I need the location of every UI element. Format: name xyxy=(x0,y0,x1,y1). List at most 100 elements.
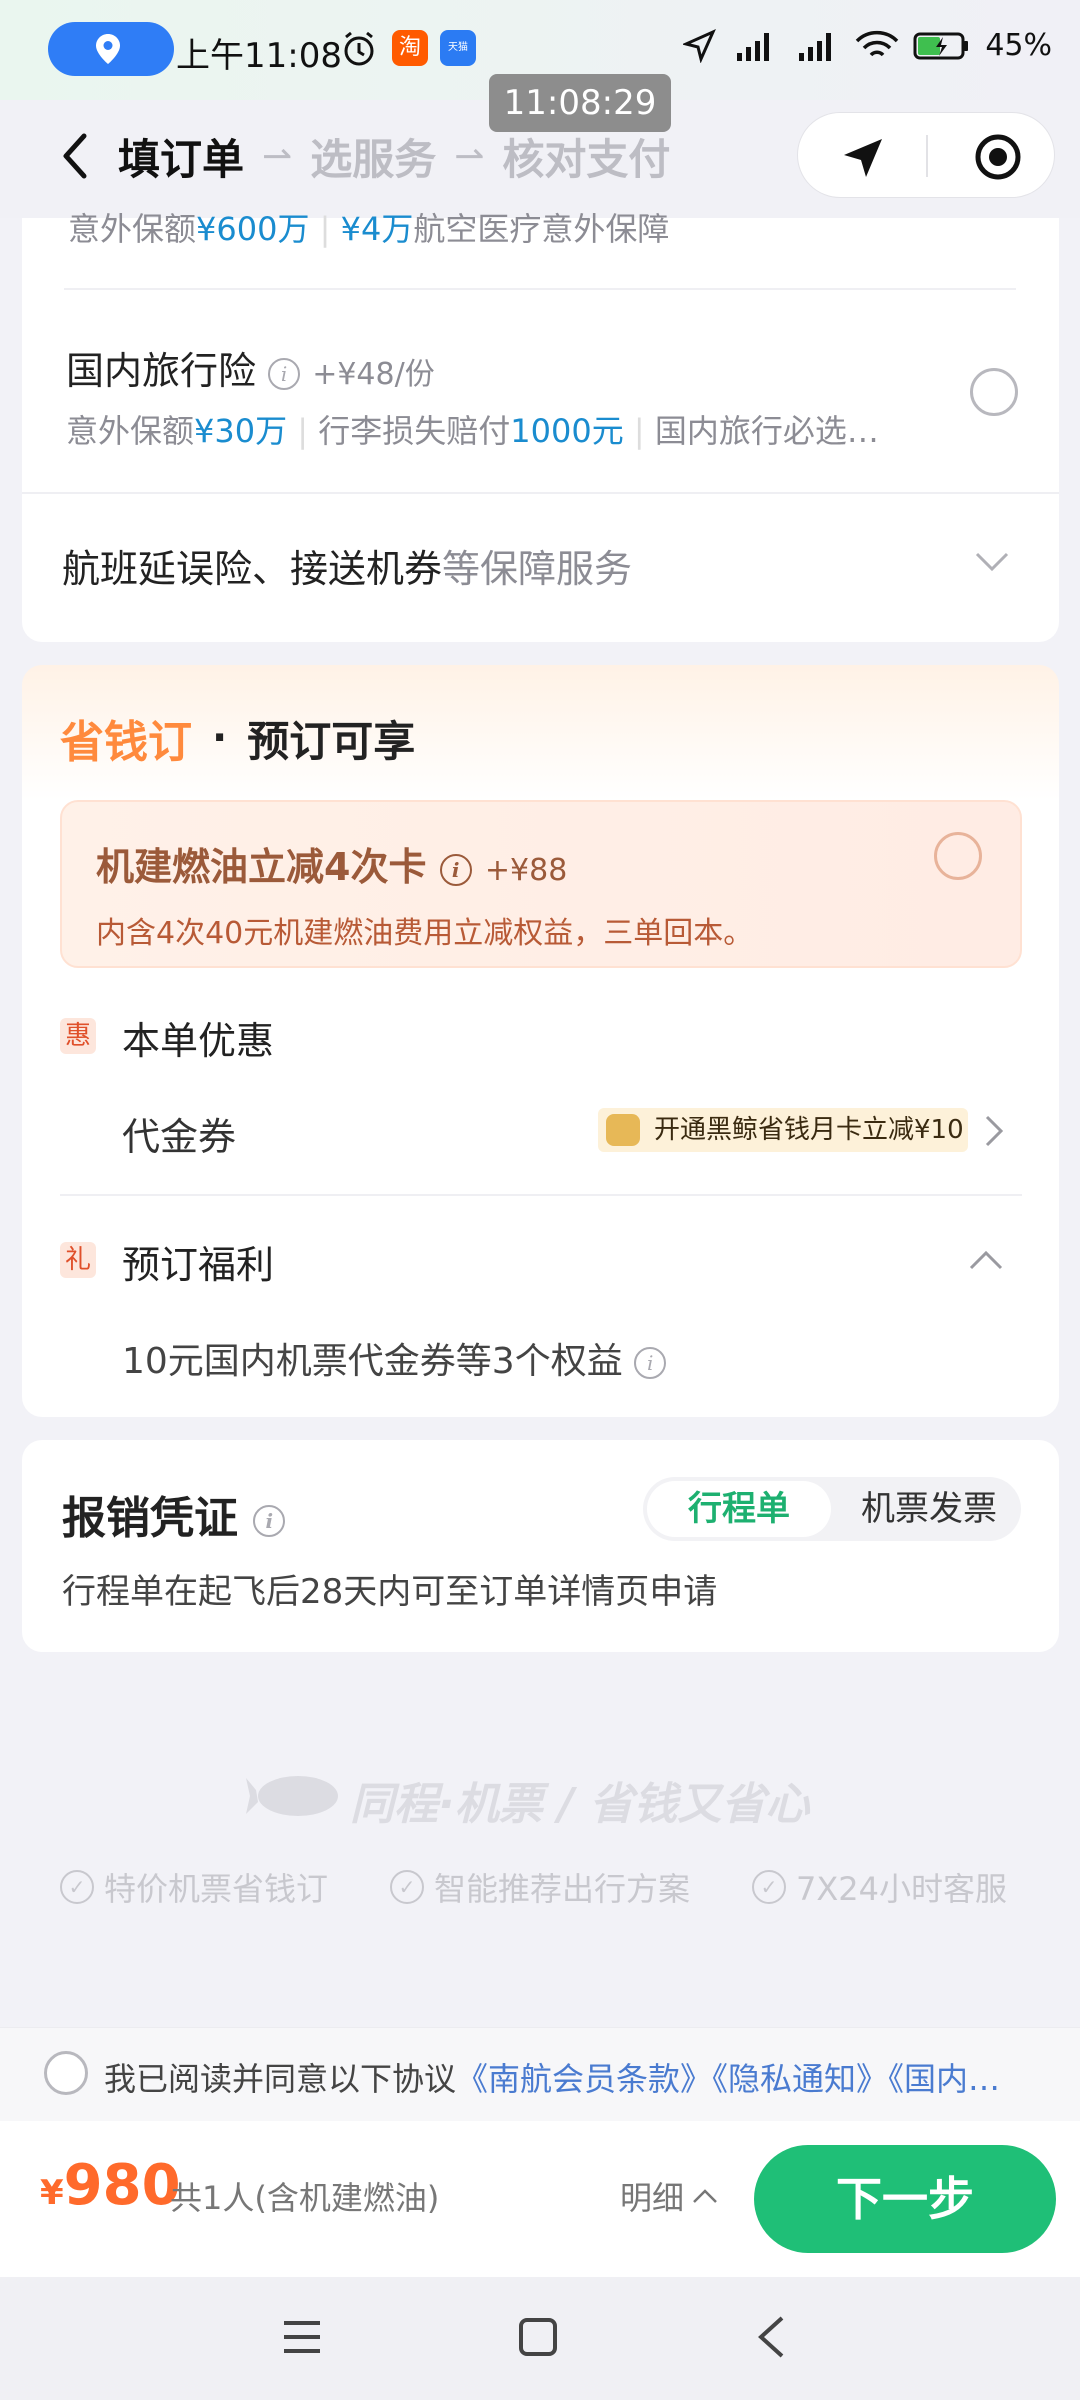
signal-hd-1-icon xyxy=(737,32,770,61)
domestic-insurance-desc: 意外保额¥30万 | 行李损失赔付1000元 | 国内旅行必选… xyxy=(66,412,879,450)
battery-charging-icon xyxy=(913,32,969,59)
more-services-muted: 等保障服务 xyxy=(442,547,633,591)
insurance-partial-row: 意外保额¥600万 | ¥4万航空医疗意外保障 xyxy=(68,210,670,248)
check-circle-icon: ✓ xyxy=(752,1870,786,1904)
promo-title: 预订可享 xyxy=(247,716,416,766)
benefit-desc-row: 10元国内机票代金券等3个权益 i xyxy=(122,1332,667,1384)
tianmao-icon: 天猫 xyxy=(440,30,476,66)
feature-3: ✓ 7X24小时客服 xyxy=(752,1864,1007,1910)
battery-percent: 45% xyxy=(985,28,1052,63)
step-fill-order: 填订单 xyxy=(118,135,245,184)
agreement-links[interactable]: 《南航会员条款》《隐私通知》《国内… xyxy=(456,2060,1000,2098)
partial-amount-1: ¥600万 xyxy=(196,210,310,248)
fuel-card-desc: 内含4次40元机建燃油费用立减权益，三单回本。 xyxy=(96,916,754,951)
step-arrow-icon: ⇀ xyxy=(454,136,485,177)
check-circle-icon: ✓ xyxy=(390,1870,424,1904)
vip-card-text: 开通黑鲸省钱月卡立减¥10 xyxy=(654,1115,964,1145)
order-steps: 填订单 ⇀ 选服务 ⇀ 核对支付 xyxy=(118,126,670,187)
desc-amount-1: ¥30万 xyxy=(194,412,288,450)
chevron-down-icon[interactable] xyxy=(974,550,1010,574)
more-services-main: 航班延误险、接送机券 xyxy=(62,547,443,591)
location-pill[interactable] xyxy=(48,22,174,76)
status-right: 45% xyxy=(683,28,1052,63)
desc-prefix: 意外保额 xyxy=(66,412,195,450)
feature-1: ✓ 特价机票省钱订 xyxy=(60,1864,328,1910)
divider xyxy=(64,288,1016,290)
step-arrow-icon: ⇀ xyxy=(262,136,293,177)
partial-amount-2: ¥4万 xyxy=(340,210,414,248)
price-note: 共1人(含机建燃油) xyxy=(170,2179,440,2217)
reimburse-card: 报销凭证 i 行程单在起飞后28天内可至订单详情页申请 xyxy=(22,1440,1059,1652)
agreement-text: 我已阅读并同意以下协议 xyxy=(104,2060,457,2098)
feature-2-text: 智能推荐出行方案 xyxy=(434,1870,691,1908)
insurance-card: 意外保额¥600万 | ¥4万航空医疗意外保障 国内旅行险 i +¥48/份 意… xyxy=(22,210,1059,642)
fuel-card-title: 机建燃油立减4次卡 xyxy=(96,845,427,889)
clock-overlay: 11:08:29 xyxy=(489,74,671,132)
step-verify-pay: 核对支付 xyxy=(502,135,671,184)
next-step-button[interactable]: 下一步 xyxy=(754,2145,1056,2253)
benefit-tag: 礼 xyxy=(60,1242,96,1278)
location-pin-icon xyxy=(96,34,120,64)
desc-suffix: 国内旅行必选… xyxy=(654,412,879,450)
navigation-arrow-icon xyxy=(683,28,717,63)
check-circle-icon: ✓ xyxy=(60,1870,94,1904)
status-time: 上午11:08 xyxy=(176,36,342,76)
step-select-service: 选服务 xyxy=(310,135,437,184)
info-icon[interactable]: i xyxy=(634,1347,667,1379)
alarm-icon xyxy=(344,31,374,66)
fuel-card-price: +¥88 xyxy=(484,853,568,888)
domestic-insurance-row[interactable]: 国内旅行险 i +¥48/份 xyxy=(66,340,435,395)
total-price: ¥980 xyxy=(40,2153,181,2218)
benefit-title: 预订福利 xyxy=(122,1243,275,1287)
miniapp-capsule xyxy=(797,112,1055,198)
promo-dot: · xyxy=(212,715,228,761)
chevron-right-icon[interactable] xyxy=(984,1114,1004,1148)
info-icon[interactable]: i xyxy=(439,853,472,886)
discount-tag: 惠 xyxy=(60,1018,96,1054)
system-nav-bar xyxy=(0,2277,1080,2400)
agreement-bar: 我已阅读并同意以下协议《南航会员条款》《隐私通知》《国内… xyxy=(0,2027,1080,2121)
price-value: 980 xyxy=(63,2153,181,2218)
feature-3-text: 7X24小时客服 xyxy=(796,1870,1008,1908)
back-arrow-icon[interactable] xyxy=(56,128,96,184)
feature-1-text: 特价机票省钱订 xyxy=(104,1870,329,1908)
tab-invoice[interactable]: 机票发票 xyxy=(843,1481,1015,1537)
vip-card-offer[interactable]: 开通黑鲸省钱月卡立减¥10 xyxy=(598,1108,968,1152)
home-square-icon[interactable] xyxy=(518,2317,558,2357)
info-icon[interactable]: i xyxy=(253,1505,286,1537)
tab-itinerary[interactable]: 行程单 xyxy=(647,1481,831,1537)
divider xyxy=(22,492,1059,494)
promo-brand: 省钱订 xyxy=(60,717,192,768)
location-arrow-icon[interactable] xyxy=(840,135,886,181)
price-currency: ¥ xyxy=(40,2173,64,2213)
more-services-row[interactable]: 航班延误险、接送机券等保障服务 xyxy=(62,538,632,593)
price-detail-label: 明细 xyxy=(620,2179,685,2217)
agreement-text-row: 我已阅读并同意以下协议《南航会员条款》《隐私通知》《国内… xyxy=(104,2054,1000,2100)
info-icon[interactable]: i xyxy=(268,357,301,390)
signal-hd-2-icon xyxy=(799,32,832,61)
capsule-divider xyxy=(926,135,928,177)
system-back-icon[interactable] xyxy=(756,2315,786,2359)
desc-mid: 行李损失赔付 xyxy=(318,412,511,450)
promo-header: 省钱订 · 预订可享 xyxy=(60,706,415,770)
fuel-card-radio[interactable] xyxy=(934,832,982,880)
reimburse-title-row: 报销凭证 i xyxy=(62,1482,286,1546)
close-target-icon[interactable] xyxy=(974,133,1022,181)
wifi-icon xyxy=(856,30,899,56)
domestic-insurance-radio[interactable] xyxy=(970,368,1018,416)
feature-2: ✓ 智能推荐出行方案 xyxy=(390,1864,690,1910)
menu-icon[interactable] xyxy=(282,2319,322,2355)
brand-slogan: 同程·机票 / 省钱又省心 xyxy=(350,1779,810,1830)
chevron-up-icon[interactable] xyxy=(968,1248,1004,1272)
partial-suffix: 航空医疗意外保障 xyxy=(413,210,670,248)
price-detail-toggle[interactable]: 明细 xyxy=(620,2173,718,2219)
agreement-checkbox[interactable] xyxy=(44,2051,88,2095)
whale-logo-icon xyxy=(246,1776,338,1816)
voucher-label: 代金券 xyxy=(122,1115,237,1159)
divider xyxy=(60,1194,1022,1196)
fuel-card-offer[interactable]: 机建燃油立减4次卡 i +¥88 内含4次40元机建燃油费用立减权益，三单回本。 xyxy=(60,800,1022,968)
domestic-insurance-title: 国内旅行险 xyxy=(66,349,257,393)
discount-title: 本单优惠 xyxy=(122,1019,275,1063)
desc-amount-2: 1000元 xyxy=(510,412,624,450)
whale-coin-icon xyxy=(606,1114,640,1146)
